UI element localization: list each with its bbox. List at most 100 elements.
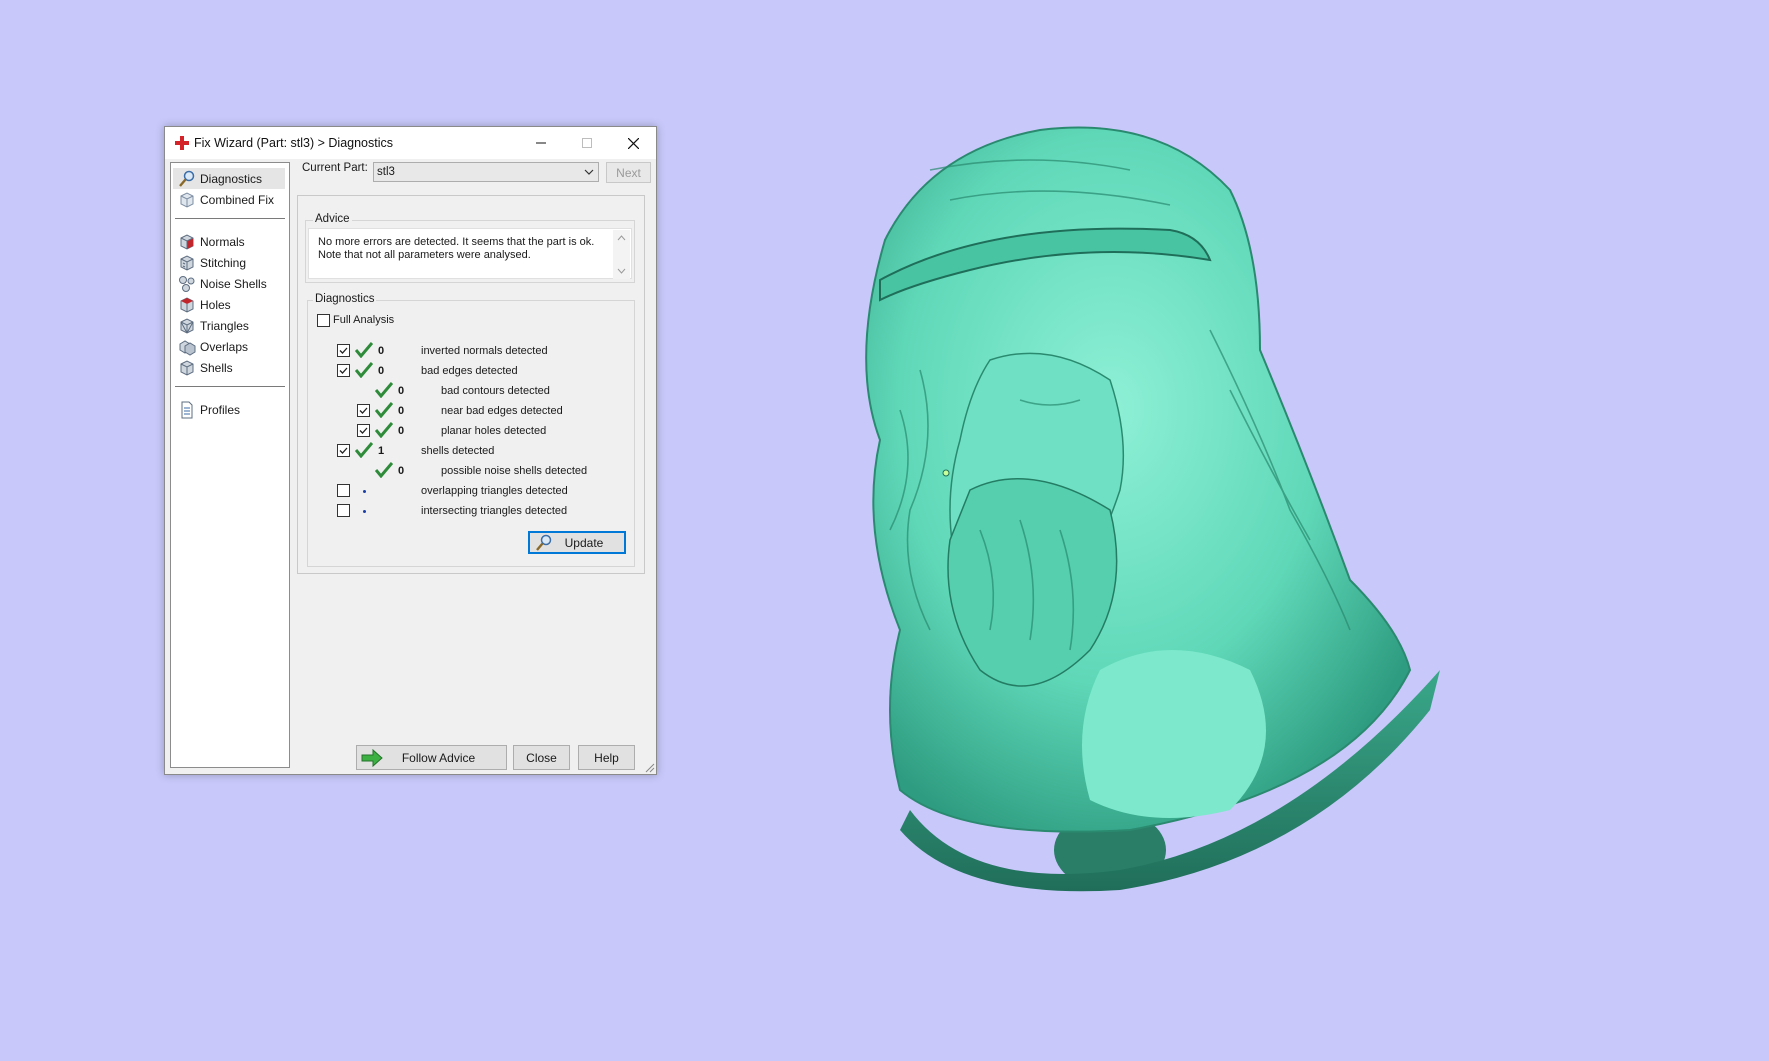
maximize-icon [582,138,592,148]
checkmark-icon [339,447,348,454]
cube-red-face-icon [180,233,194,250]
follow-advice-button[interactable]: Follow Advice [356,745,507,770]
green-check-icon [375,462,393,478]
advice-title: Advice [313,213,352,225]
resize-grip-icon[interactable] [645,763,655,773]
cube-red-edge-icon [180,296,194,313]
cube-shells-icon [180,359,194,376]
document-icon [181,401,193,418]
overlapping-triangles-text: overlapping triangles detected [421,485,568,497]
sidebar-item-label: Overlaps [200,339,249,354]
close-icon [627,137,639,149]
cube-triangles-icon [180,317,194,334]
fix-wizard-dialog: Fix Wizard (Part: stl3) > Diagnostics Di… [164,126,657,775]
overlaps-icon [179,339,196,356]
sidebar-item-stitching[interactable]: Stitching [173,252,285,273]
sidebar-item-label: Diagnostics [200,171,263,186]
green-arrow-icon [361,749,383,767]
checkmark-icon [359,407,368,414]
sidebar-item-label: Noise Shells [200,276,267,291]
checkmark-icon [339,347,348,354]
noise-shells-text: possible noise shells detected [441,465,588,477]
advice-text: No more errors are detected. It seems th… [318,236,595,261]
sidebar-item-profiles[interactable]: Profiles [173,399,285,420]
noise-shells-count: 0 [398,465,405,477]
overlapping-triangles-checkbox[interactable] [337,484,350,497]
planar-holes-text: planar holes detected [441,425,547,437]
advice-box: No more errors are detected. It seems th… [308,228,632,279]
scroll-up-icon [617,235,626,241]
minimize-icon [536,142,546,144]
bad-edges-checkbox[interactable] [337,364,350,377]
follow-advice-label: Follow Advice [401,750,476,765]
sidebar-divider [175,386,285,387]
bad-contours-count: 0 [398,385,405,397]
sidebar-item-noise-shells[interactable]: Noise Shells [173,273,285,294]
green-check-icon [355,362,373,378]
sidebar-item-label: Shells [200,360,233,375]
current-part-label: Current Part: [302,162,368,174]
bad-edges-count: 0 [378,365,385,377]
pending-dot-icon [363,490,366,493]
green-check-icon [355,442,373,458]
sidebar-item-label: Stitching [200,255,247,270]
inverted-normals-count: 0 [378,345,385,357]
magnifier-icon [179,170,195,187]
3d-model-bust[interactable] [790,110,1470,910]
sidebar-item-shells[interactable]: Shells [173,357,285,378]
magnifier-icon [536,534,552,551]
full-analysis-label: Full Analysis [333,314,395,326]
red-cross-icon [175,136,189,150]
intersecting-triangles-checkbox[interactable] [337,504,350,517]
title-bar[interactable]: Fix Wizard (Part: stl3) > Diagnostics [165,127,656,159]
checkmark-icon [359,427,368,434]
sidebar-item-label: Holes [200,297,231,312]
green-check-icon [355,342,373,358]
close-window-button[interactable] [610,127,656,159]
sidebar-item-label: Combined Fix [200,192,275,207]
diagnostics-title: Diagnostics [313,293,377,305]
wizard-sidebar: Diagnostics Combined Fix Normals Stitchi… [170,162,290,768]
next-button[interactable]: Next [606,162,651,183]
planar-holes-count: 0 [398,425,405,437]
help-button[interactable]: Help [578,745,635,770]
near-bad-edges-text: near bad edges detected [441,405,563,417]
sidebar-item-combined-fix[interactable]: Combined Fix [173,189,285,210]
sidebar-item-holes[interactable]: Holes [173,294,285,315]
shells-count: 1 [378,445,385,457]
update-label: Update [564,535,604,550]
sidebar-item-overlaps[interactable]: Overlaps [173,336,285,357]
cube-stitch-icon [180,254,194,271]
intersecting-triangles-text: intersecting triangles detected [421,505,568,517]
inverted-normals-text: inverted normals detected [421,345,548,357]
near-bad-edges-checkbox[interactable] [357,404,370,417]
advice-scrollbar[interactable] [613,230,630,279]
close-button[interactable]: Close [513,745,570,770]
minimize-button[interactable] [518,127,564,159]
scroll-down-icon [617,268,626,274]
window-title: Fix Wizard (Part: stl3) > Diagnostics [194,136,394,150]
current-part-value: stl3 [377,166,395,178]
planar-holes-checkbox[interactable] [357,424,370,437]
inverted-normals-checkbox[interactable] [337,344,350,357]
green-check-icon [375,382,393,398]
full-analysis-checkbox[interactable] [317,314,330,327]
sidebar-item-normals[interactable]: Normals [173,231,285,252]
sidebar-item-triangles[interactable]: Triangles [173,315,285,336]
maximize-button[interactable] [564,127,610,159]
current-part-select[interactable]: stl3 [373,162,599,182]
cube-icon [180,191,194,208]
sidebar-item-label: Profiles [200,402,241,417]
sidebar-item-label: Triangles [200,318,249,333]
bad-edges-text: bad edges detected [421,365,518,377]
near-bad-edges-count: 0 [398,405,405,417]
noise-shells-icon [179,275,195,292]
sidebar-item-diagnostics[interactable]: Diagnostics [173,168,285,189]
shells-checkbox[interactable] [337,444,350,457]
update-button[interactable]: Update [528,531,626,554]
chevron-down-icon [584,169,594,175]
bad-contours-text: bad contours detected [441,385,550,397]
green-check-icon [375,422,393,438]
sidebar-item-label: Normals [200,234,245,249]
sidebar-divider [175,218,285,219]
